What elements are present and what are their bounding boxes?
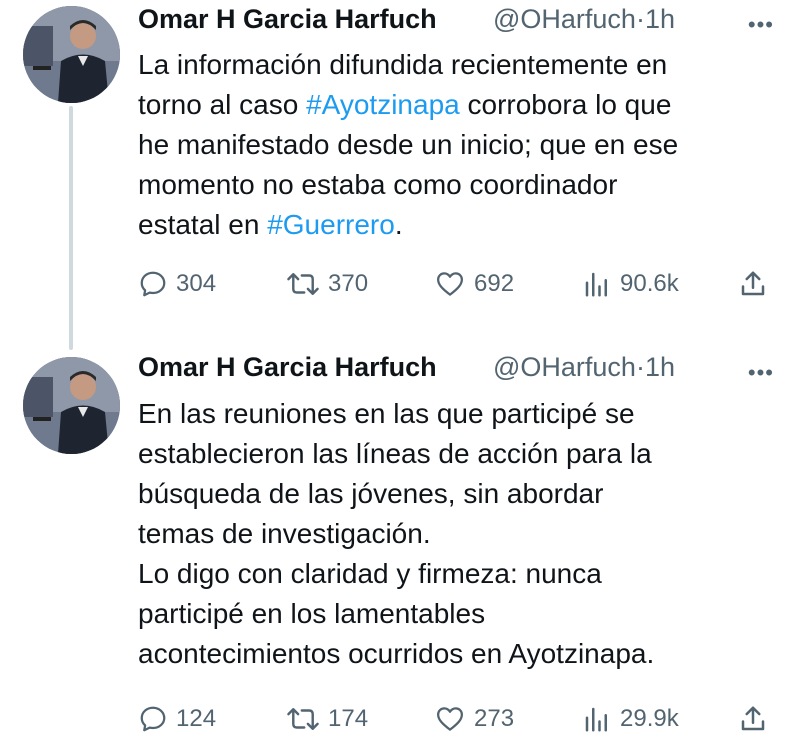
tweet-header: Omar H Garcia Harfuch @OHarfuch·1h ••• [138,352,800,392]
like-button[interactable]: 273 [434,699,514,739]
views-icon [585,707,607,732]
tweet-body: En las reuniones en las que participé se… [138,394,778,674]
retweet-count: 370 [328,270,369,297]
share-icon [741,706,765,731]
like-count: 273 [474,705,515,732]
reply-icon [140,271,166,297]
avatar[interactable] [23,357,120,454]
avatar[interactable] [23,6,120,103]
tweet-actions: 304 370 692 90.6k [138,264,800,304]
share-icon [741,271,765,296]
tweet-text: En las reuniones en las que participé se… [138,398,655,669]
reply-count: 124 [176,705,217,732]
share-button[interactable] [738,699,776,739]
like-count: 692 [474,270,515,297]
heart-icon [437,707,463,731]
author-handle-time[interactable]: @OHarfuch·1h [493,4,675,35]
heart-icon [437,272,463,296]
author-name[interactable]: Omar H Garcia Harfuch [138,352,437,383]
hashtag-link[interactable]: #Ayotzinapa [306,89,460,120]
tweet[interactable]: Omar H Garcia Harfuch @OHarfuch·1h ••• E… [0,345,800,756]
share-button[interactable] [738,264,776,304]
tweet-time[interactable]: 1h [645,352,675,382]
tweet-header: Omar H Garcia Harfuch @OHarfuch·1h ••• [138,4,800,44]
author-handle-time[interactable]: @OHarfuch·1h [493,352,675,383]
views-count: 29.9k [620,705,679,732]
reply-icon [140,706,166,732]
author-handle[interactable]: @OHarfuch [493,4,636,34]
tweet-time[interactable]: 1h [645,4,675,34]
views-button[interactable]: 90.6k [582,264,679,304]
hashtag-link[interactable]: #Guerrero [267,209,395,240]
retweet-icon [287,273,319,295]
tweet-body: La información difundida recientemente e… [138,45,778,245]
tweet-actions: 124 174 273 29.9k [138,699,800,739]
author-name[interactable]: Omar H Garcia Harfuch [138,4,437,35]
retweet-icon [287,708,319,730]
tweet[interactable]: Omar H Garcia Harfuch @OHarfuch·1h ••• L… [0,0,800,330]
like-button[interactable]: 692 [434,264,514,304]
more-dots-icon[interactable]: ••• [748,360,774,386]
retweet-count: 174 [328,705,369,732]
retweet-button[interactable]: 370 [286,264,368,304]
reply-button[interactable]: 124 [138,699,216,739]
more-dots-icon[interactable]: ••• [748,12,774,38]
reply-button[interactable]: 304 [138,264,216,304]
reply-count: 304 [176,270,217,297]
author-handle[interactable]: @OHarfuch [493,352,636,382]
views-button[interactable]: 29.9k [582,699,679,739]
time-separator: · [635,352,645,382]
tweet-text: . [394,209,403,240]
retweet-button[interactable]: 174 [286,699,368,739]
views-count: 90.6k [620,270,679,297]
time-separator: · [635,4,645,34]
views-icon [585,272,607,297]
